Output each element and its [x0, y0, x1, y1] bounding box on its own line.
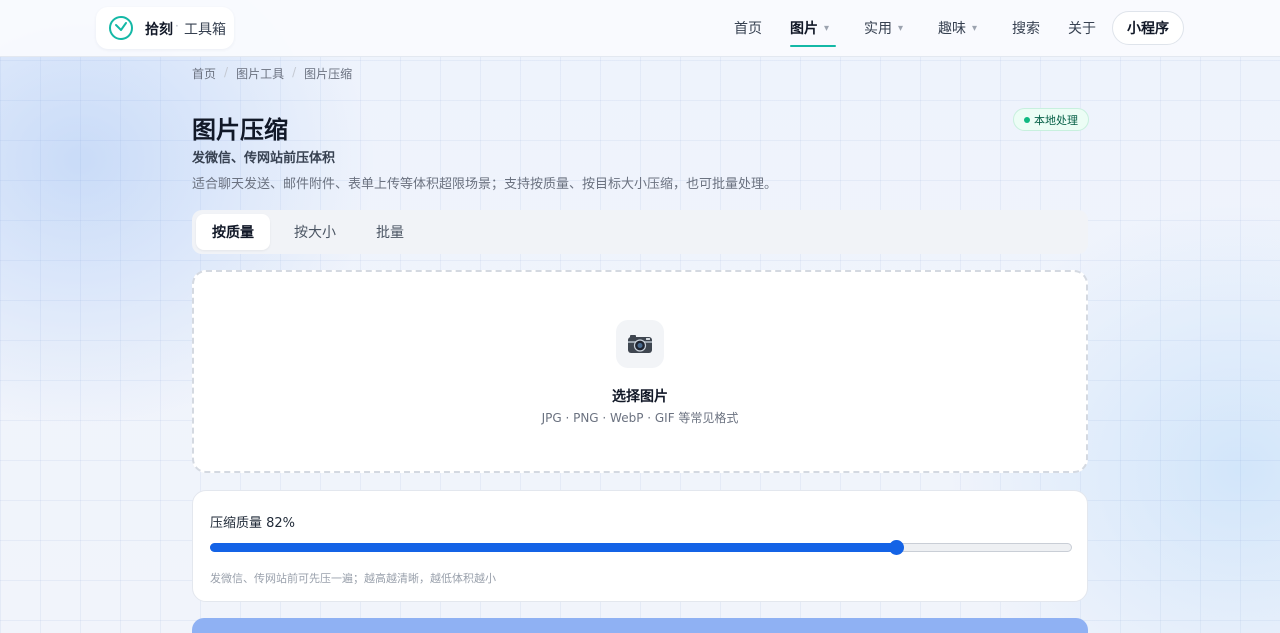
breadcrumb-separator: / — [292, 65, 297, 79]
camera-icon — [628, 335, 652, 353]
nav-item-utilities[interactable]: 实用 ▾ — [864, 18, 903, 38]
page-title: 图片压缩 — [192, 116, 288, 144]
status-dot-icon — [1024, 116, 1030, 123]
tab-by-size[interactable]: 按大小 — [278, 214, 352, 250]
upload-icon-box — [616, 320, 664, 368]
compress-button[interactable] — [192, 618, 1088, 633]
chevron-down-icon: ▾ — [824, 22, 830, 34]
upload-title: 选择图片 — [612, 389, 668, 405]
quality-settings-card: 压缩质量 82% 发微信、传网站前可先压一遍；越高越清晰，越低体积越小 — [192, 490, 1088, 602]
top-navbar: 拾刻 · 工具箱 首页 图片 ▾ 实用 ▾ 趣味 ▾ 搜索 关于 小程序 — [0, 0, 1280, 57]
tab-by-quality[interactable]: 按质量 — [196, 214, 270, 250]
breadcrumb: 首页 / 图片工具 / 图片压缩 — [192, 65, 352, 82]
nav-label: 搜索 — [1012, 21, 1040, 37]
breadcrumb-image-tools[interactable]: 图片工具 — [236, 65, 284, 82]
chevron-down-icon: ▾ — [898, 22, 904, 34]
quality-label: 压缩质量 82% — [210, 516, 296, 531]
mini-program-button[interactable]: 小程序 — [1112, 11, 1184, 45]
brand-name: 拾刻 — [145, 22, 173, 38]
quality-slider-thumb[interactable] — [889, 540, 904, 555]
brand-logo-link[interactable]: 拾刻 · 工具箱 — [96, 7, 234, 49]
chevron-down-icon: ▾ — [972, 22, 978, 34]
nav-label: 首页 — [734, 21, 762, 37]
quality-slider-fill — [210, 543, 895, 552]
nav-item-home[interactable]: 首页 — [734, 18, 762, 38]
mode-tabs: 按质量 按大小 批量 — [192, 210, 1088, 254]
nav-label: 趣味 — [938, 21, 966, 37]
breadcrumb-current: 图片压缩 — [304, 67, 353, 81]
nav-item-about[interactable]: 关于 — [1068, 18, 1096, 38]
nav-item-fun[interactable]: 趣味 ▾ — [938, 18, 977, 38]
nav-label: 实用 — [864, 21, 892, 37]
upload-format-hint: JPG · PNG · WebP · GIF 等常见格式 — [541, 411, 739, 425]
brand-subtitle: 工具箱 — [184, 22, 226, 38]
breadcrumb-separator: / — [224, 65, 229, 79]
image-upload-dropzone[interactable]: 选择图片 JPG · PNG · WebP · GIF 等常见格式 — [192, 270, 1088, 473]
badge-label: 本地处理 — [1034, 113, 1078, 127]
nav-item-search[interactable]: 搜索 — [1012, 18, 1040, 38]
nav-label: 图片 — [790, 21, 818, 37]
active-nav-indicator — [790, 45, 836, 47]
breadcrumb-home[interactable]: 首页 — [192, 65, 216, 82]
page-description: 适合聊天发送、邮件附件、表单上传等体积超限场景；支持按质量、按目标大小压缩，也可… — [192, 177, 778, 192]
local-processing-badge: 本地处理 — [1013, 108, 1089, 131]
nav-item-images[interactable]: 图片 ▾ — [790, 18, 829, 38]
brand-separator: · — [175, 19, 179, 33]
page-subtitle: 发微信、传网站前压体积 — [192, 151, 336, 166]
quality-slider[interactable] — [210, 540, 1072, 555]
clock-logo-icon — [109, 16, 133, 40]
tab-batch[interactable]: 批量 — [360, 214, 420, 250]
nav-label: 关于 — [1068, 21, 1096, 37]
quality-hint: 发微信、传网站前可先压一遍；越高越清晰，越低体积越小 — [210, 572, 496, 585]
